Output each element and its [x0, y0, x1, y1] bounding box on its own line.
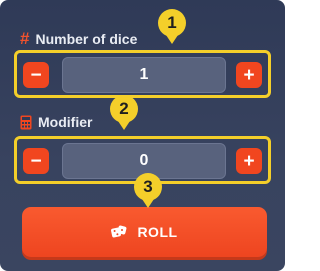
roll-label: ROLL: [137, 224, 178, 240]
number-of-dice-decrement-button[interactable]: −: [23, 62, 49, 88]
hash-icon: #: [20, 29, 30, 48]
number-of-dice-increment-button[interactable]: +: [236, 62, 262, 88]
minus-icon: −: [30, 64, 42, 86]
plus-icon: +: [243, 150, 255, 172]
modifier-label: Modifier: [38, 114, 93, 130]
callout-marker-2: 2: [110, 95, 138, 130]
callout-marker-1: 1: [158, 9, 186, 44]
number-of-dice-label-row: # Number of dice: [20, 30, 137, 47]
calculator-icon: [20, 115, 32, 130]
modifier-increment-button[interactable]: +: [236, 148, 262, 174]
dice-icon: [111, 225, 127, 239]
modifier-decrement-button[interactable]: −: [23, 148, 49, 174]
minus-icon: −: [30, 150, 42, 172]
callout-marker-3: 3: [134, 173, 162, 208]
plus-icon: +: [243, 64, 255, 86]
dice-roller-panel: # Number of dice − 1 + Modifier − 0 + RO…: [0, 0, 285, 271]
number-of-dice-label: Number of dice: [35, 30, 138, 47]
number-of-dice-input[interactable]: 1: [62, 57, 226, 93]
number-of-dice-stepper: − 1 +: [14, 50, 271, 98]
modifier-label-row: Modifier: [20, 114, 92, 130]
roll-button[interactable]: ROLL: [22, 207, 267, 257]
